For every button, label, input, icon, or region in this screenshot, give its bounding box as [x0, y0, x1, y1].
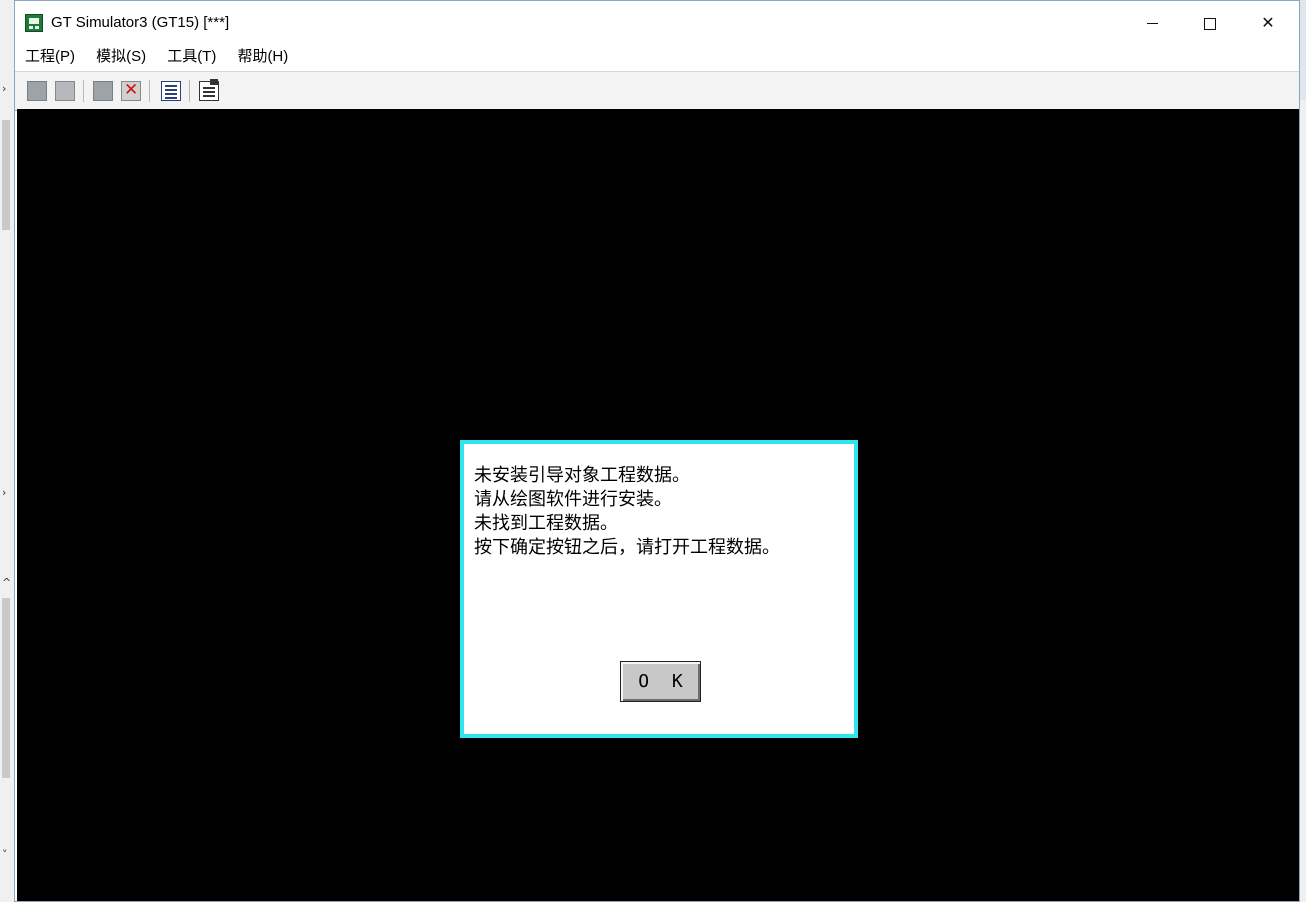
window-title: GT Simulator3 (GT15) [***] — [51, 14, 230, 31]
device-monitor-icon[interactable] — [161, 81, 181, 101]
maximize-button[interactable] — [1181, 1, 1239, 45]
dialog-message-line: 按下确定按钮之后，请打开工程数据。 — [474, 537, 780, 558]
menu-help[interactable]: 帮助(H) — [229, 45, 296, 69]
maximize-icon — [1204, 17, 1216, 30]
background-window-edge — [1300, 100, 1306, 902]
menu-bar: 工程(P) 模拟(S) 工具(T) 帮助(H) — [15, 45, 1299, 71]
open-folder-icon[interactable] — [55, 81, 75, 101]
expand-arrow-icon[interactable]: › — [2, 82, 6, 95]
toolbar — [15, 71, 1299, 111]
minimize-button[interactable] — [1123, 1, 1181, 45]
title-bar[interactable]: GT Simulator3 (GT15) [***] ✕ — [15, 1, 1299, 45]
simulator-screen[interactable]: 未安装引导对象工程数据。 请从绘图软件进行安装。 未找到工程数据。 按下确定按钮… — [17, 109, 1299, 901]
gt-simulator-window: GT Simulator3 (GT15) [***] ✕ 工程(P) 模拟(S)… — [14, 0, 1300, 902]
ok-button[interactable]: O K — [620, 661, 701, 702]
toolbar-separator — [189, 80, 190, 102]
error-dialog: 未安装引导对象工程数据。 请从绘图软件进行安装。 未找到工程数据。 按下确定按钮… — [460, 440, 858, 738]
menu-project[interactable]: 工程(P) — [17, 45, 83, 69]
background-scrollbar[interactable] — [2, 120, 10, 230]
open-project-icon[interactable] — [27, 81, 47, 101]
menu-tools[interactable]: 工具(T) — [159, 45, 224, 69]
stop-simulation-icon[interactable] — [121, 80, 141, 101]
toolbar-separator — [83, 80, 84, 102]
close-icon: ✕ — [1261, 13, 1275, 32]
scroll-down-icon[interactable]: ˅ — [2, 848, 8, 861]
toolbar-separator — [149, 80, 150, 102]
scroll-up-icon[interactable]: ^ — [2, 576, 11, 589]
dialog-message-line: 未安装引导对象工程数据。 — [474, 465, 690, 486]
background-window-strip: › › ^ ˅ — [0, 0, 15, 902]
close-button[interactable]: ✕ — [1239, 1, 1297, 45]
option-settings-icon[interactable] — [199, 79, 219, 101]
menu-simulate[interactable]: 模拟(S) — [88, 45, 154, 69]
expand-arrow-icon[interactable]: › — [2, 486, 6, 499]
start-simulation-icon[interactable] — [93, 81, 113, 101]
app-icon — [25, 14, 43, 32]
dialog-message-line: 未找到工程数据。 — [474, 513, 618, 534]
dialog-message-line: 请从绘图软件进行安装。 — [474, 489, 672, 510]
minimize-icon — [1146, 23, 1158, 24]
dialog-message: 未安装引导对象工程数据。 请从绘图软件进行安装。 未找到工程数据。 按下确定按钮… — [474, 464, 780, 560]
background-scrollbar[interactable] — [2, 598, 10, 778]
